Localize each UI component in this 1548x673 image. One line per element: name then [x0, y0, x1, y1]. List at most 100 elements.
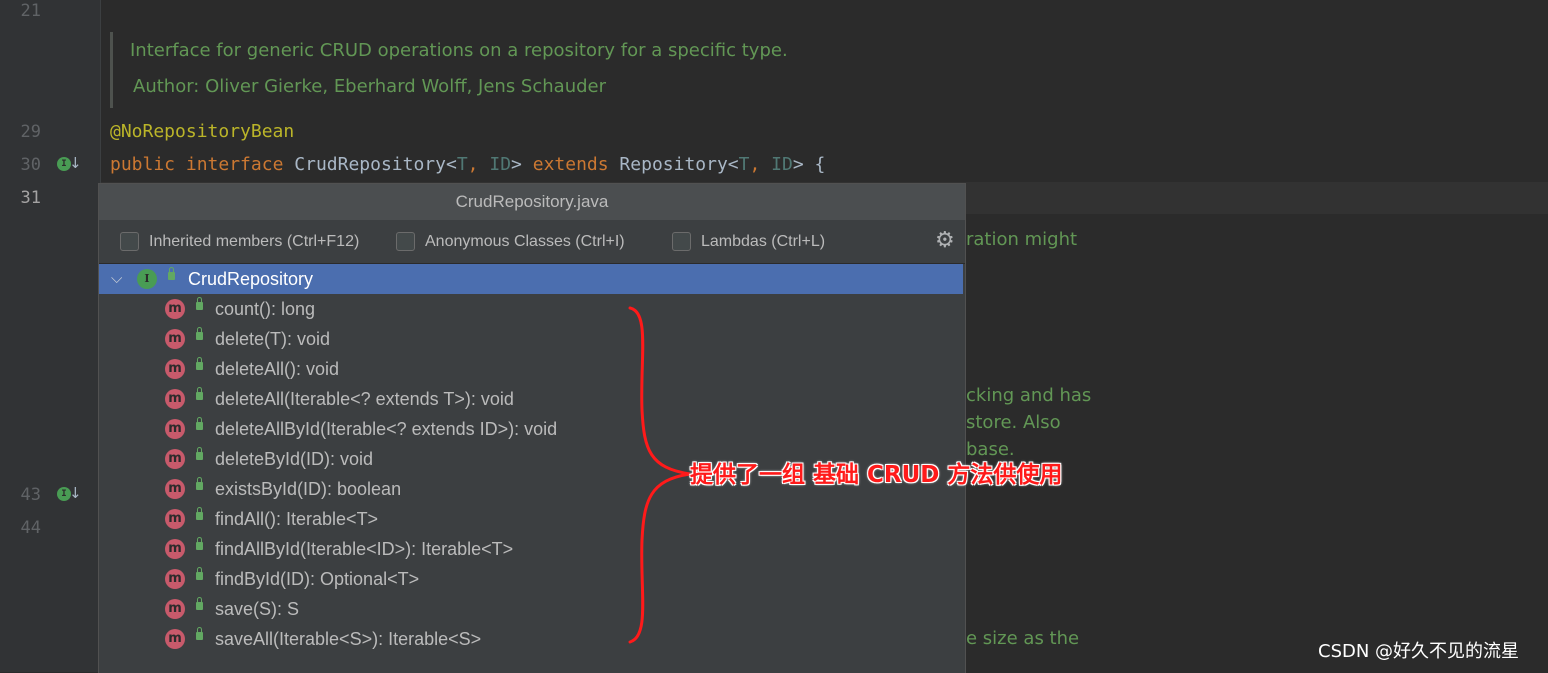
method-item[interactable]: m count(): long — [99, 294, 963, 324]
method-label: deleteAllById(Iterable<? extends ID>): v… — [215, 419, 558, 439]
line-number: 30 — [20, 155, 41, 175]
doc-summary: Interface for generic CRUD operations on… — [130, 40, 788, 61]
method-label: findById(ID): Optional<T> — [215, 569, 420, 589]
chevron-down-icon[interactable]: ⌵ — [111, 268, 122, 288]
method-icon: m — [165, 599, 185, 619]
background-doc-text: cking and has — [966, 385, 1092, 406]
public-lock-icon — [196, 627, 203, 640]
line-number: 44 — [20, 518, 41, 538]
arrow-down-icon: ↓ — [69, 154, 82, 172]
method-icon: m — [165, 539, 185, 559]
public-lock-icon — [196, 507, 203, 520]
method-label: findAll(): Iterable<T> — [215, 509, 379, 529]
checkbox-box[interactable] — [120, 232, 139, 251]
public-lock-icon — [196, 537, 203, 550]
method-label: findAllById(Iterable<ID>): Iterable<T> — [215, 539, 514, 559]
method-icon: m — [165, 569, 185, 589]
method-item[interactable]: m saveAll(Iterable<S>): Iterable<S> — [99, 624, 963, 654]
method-icon: m — [165, 329, 185, 349]
public-lock-icon — [196, 327, 203, 340]
checkbox-box[interactable] — [672, 232, 691, 251]
checkbox-label[interactable]: Lambdas (Ctrl+L) — [701, 232, 825, 252]
method-item[interactable]: m deleteAll(): void — [99, 354, 963, 384]
checkbox-label[interactable]: Inherited members (Ctrl+F12) — [149, 232, 359, 252]
type-param-token: T — [456, 154, 468, 175]
identifier-token: CrudRepository< — [294, 154, 457, 175]
public-lock-icon — [196, 567, 203, 580]
public-lock-icon — [196, 417, 203, 430]
doc-comment-bar — [110, 32, 113, 108]
method-item[interactable]: m delete(T): void — [99, 324, 963, 354]
method-icon: m — [165, 419, 185, 439]
line-gutter — [0, 0, 100, 672]
keyword-token: extends — [532, 154, 609, 175]
method-label: save(S): S — [215, 599, 300, 619]
identifier-token: Repository< — [608, 154, 739, 175]
line-number: 29 — [20, 122, 41, 142]
method-label: saveAll(Iterable<S>): Iterable<S> — [215, 629, 482, 649]
interface-icon: I — [137, 269, 157, 289]
public-lock-icon — [196, 447, 203, 460]
popup-options-bar: Inherited members (Ctrl+F12) Anonymous C… — [99, 220, 965, 264]
checkbox-box[interactable] — [396, 232, 415, 251]
punct-token: > — [511, 154, 533, 175]
keyword-token: interface — [185, 154, 284, 175]
tree-root-label: CrudRepository — [188, 269, 314, 289]
method-icon: m — [165, 449, 185, 469]
method-item[interactable]: m deleteAll(Iterable<? extends T>): void — [99, 384, 963, 414]
method-item[interactable]: m findById(ID): Optional<T> — [99, 564, 963, 594]
method-icon: m — [165, 509, 185, 529]
method-label: deleteById(ID): void — [215, 449, 374, 469]
code-line-29[interactable]: @NoRepositoryBean — [110, 121, 294, 143]
method-label: deleteAll(): void — [215, 359, 340, 379]
punct-token: , — [749, 154, 772, 175]
method-label: count(): long — [215, 299, 316, 319]
method-label: deleteAll(Iterable<? extends T>): void — [215, 389, 514, 409]
annotation-callout: 提供了一组 基础 CRUD 方法供使用 — [690, 462, 1063, 488]
public-lock-icon — [196, 477, 203, 490]
public-lock-icon — [196, 357, 203, 370]
background-doc-text: store. Also — [966, 412, 1061, 433]
implemented-by-gutter-icon[interactable]: I ↓ — [57, 154, 82, 173]
method-label: delete(T): void — [215, 329, 331, 349]
background-doc-text: base. — [966, 439, 1015, 460]
type-param-token: T — [738, 154, 750, 175]
curly-brace-annotation — [628, 306, 691, 644]
method-icon: m — [165, 359, 185, 379]
implemented-by-gutter-icon[interactable]: I ↓ — [57, 484, 82, 503]
keyword-token: public — [110, 154, 176, 175]
public-lock-icon — [168, 267, 175, 280]
public-lock-icon — [196, 597, 203, 610]
checkbox-label[interactable]: Anonymous Classes (Ctrl+I) — [425, 232, 625, 252]
tree-root-row[interactable]: ⌵ I CrudRepository — [99, 264, 963, 294]
method-label: existsById(ID): boolean — [215, 479, 402, 499]
watermark: CSDN @好久不见的流星 — [1318, 641, 1520, 662]
type-param-token: ID — [489, 154, 512, 175]
method-item[interactable]: m save(S): S — [99, 594, 963, 624]
method-icon: m — [165, 479, 185, 499]
gear-icon[interactable]: ⚙ — [935, 229, 955, 253]
background-doc-text: e size as the — [966, 628, 1080, 649]
method-item[interactable]: m findAll(): Iterable<T> — [99, 504, 963, 534]
brace-path — [628, 306, 691, 644]
punct-token: > { — [792, 154, 826, 175]
punct-token: , — [467, 154, 490, 175]
method-icon: m — [165, 629, 185, 649]
background-doc-text: ration might — [966, 229, 1078, 250]
code-line-30[interactable]: public interface CrudRepository<T, ID> e… — [110, 154, 825, 176]
rendered-doc-comment: Interface for generic CRUD operations on… — [110, 32, 1110, 108]
line-number: 43 — [20, 485, 41, 505]
file-structure-popup[interactable]: CrudRepository.java Inherited members (C… — [98, 183, 966, 673]
method-item[interactable]: m deleteAllById(Iterable<? extends ID>):… — [99, 414, 963, 444]
method-icon: m — [165, 389, 185, 409]
type-param-token: ID — [771, 154, 793, 175]
public-lock-icon — [196, 387, 203, 400]
method-icon: m — [165, 299, 185, 319]
public-lock-icon — [196, 297, 203, 310]
method-item[interactable]: m findAllById(Iterable<ID>): Iterable<T> — [99, 534, 963, 564]
doc-author: Author: Oliver Gierke, Eberhard Wolff, J… — [133, 76, 607, 97]
line-number-current: 31 — [20, 188, 41, 208]
popup-title[interactable]: CrudRepository.java — [99, 184, 965, 220]
annotation-token: @NoRepositoryBean — [110, 121, 295, 142]
line-number: 21 — [20, 1, 41, 21]
